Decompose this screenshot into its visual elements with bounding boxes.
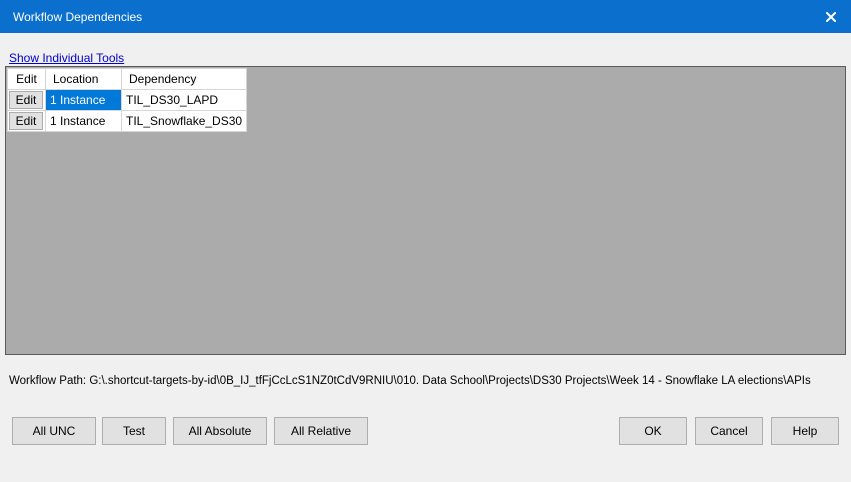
dependencies-table: Edit Location Dependency Edit 1 Instance… [7, 68, 248, 132]
column-header-edit[interactable]: Edit [7, 68, 46, 90]
workflow-dependencies-dialog: Workflow Dependencies Show Individual To… [0, 0, 851, 482]
show-individual-tools-link[interactable]: Show Individual Tools [9, 51, 124, 65]
edit-cell: Edit [7, 89, 46, 111]
cancel-button[interactable]: Cancel [695, 417, 763, 445]
edit-button[interactable]: Edit [9, 112, 43, 130]
dependency-cell[interactable]: TIL_DS30_LAPD [120, 89, 248, 111]
test-button[interactable]: Test [102, 417, 166, 445]
dependency-cell[interactable]: TIL_Snowflake_DS30 [120, 110, 248, 132]
close-icon [826, 11, 836, 22]
close-button[interactable] [811, 0, 851, 33]
ok-button[interactable]: OK [619, 417, 687, 445]
location-cell[interactable]: 1 Instance [45, 89, 122, 111]
window-title: Workflow Dependencies [13, 10, 143, 24]
workflow-path: Workflow Path: G:\.shortcut-targets-by-i… [9, 375, 811, 387]
edit-button[interactable]: Edit [9, 91, 43, 109]
all-relative-button[interactable]: All Relative [274, 417, 368, 445]
column-header-location[interactable]: Location [45, 68, 122, 90]
edit-cell: Edit [7, 110, 46, 132]
workflow-path-value: G:\.shortcut-targets-by-id\0B_IJ_tfFjCcL… [89, 375, 811, 387]
dependencies-grid[interactable]: Edit Location Dependency Edit 1 Instance… [5, 66, 846, 355]
table-header-row: Edit Location Dependency [7, 68, 248, 90]
workflow-path-label: Workflow Path: [9, 375, 87, 387]
help-button[interactable]: Help [771, 417, 839, 445]
table-row[interactable]: Edit 1 Instance TIL_Snowflake_DS30 [7, 110, 248, 132]
all-absolute-button[interactable]: All Absolute [173, 417, 267, 445]
title-bar[interactable]: Workflow Dependencies [0, 0, 851, 33]
location-cell[interactable]: 1 Instance [45, 110, 122, 132]
all-unc-button[interactable]: All UNC [12, 417, 96, 445]
column-header-dependency[interactable]: Dependency [120, 68, 248, 90]
table-row[interactable]: Edit 1 Instance TIL_DS30_LAPD [7, 89, 248, 111]
